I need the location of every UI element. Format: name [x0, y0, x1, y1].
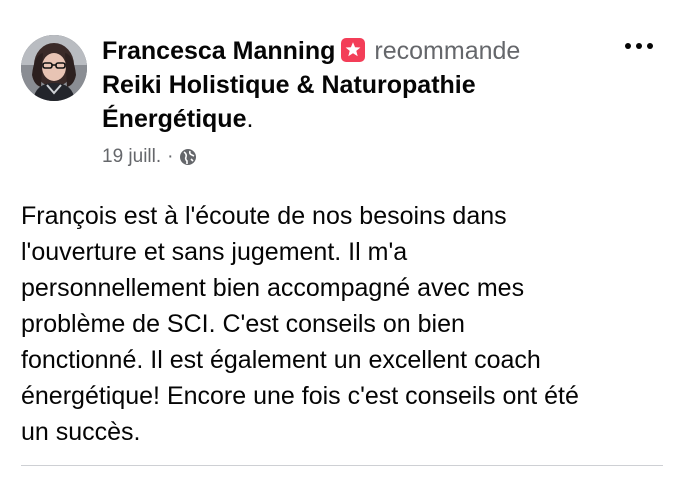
page-name-link[interactable]: Reiki Holistique & Naturopathie Énergéti…: [102, 71, 476, 133]
divider: [21, 465, 663, 466]
more-options-icon[interactable]: [622, 36, 656, 56]
post-header: Francesca Manning recommande Reiki Holisti…: [102, 34, 602, 136]
avatar[interactable]: [21, 35, 87, 101]
post-meta: 19 juill. ·: [102, 145, 197, 169]
recommend-star-icon: [340, 37, 366, 63]
post-date[interactable]: 19 juill.: [102, 145, 161, 169]
meta-separator: ·: [167, 146, 174, 167]
post-body: François est à l'écoute de nos besoins d…: [21, 202, 579, 446]
author-name[interactable]: Francesca Manning: [102, 37, 335, 65]
header-period: .: [246, 105, 254, 133]
recommends-text: recommande: [374, 37, 521, 65]
globe-icon[interactable]: [179, 148, 197, 166]
recommendation-post: Francesca Manning recommande Reiki Holisti…: [0, 0, 684, 480]
